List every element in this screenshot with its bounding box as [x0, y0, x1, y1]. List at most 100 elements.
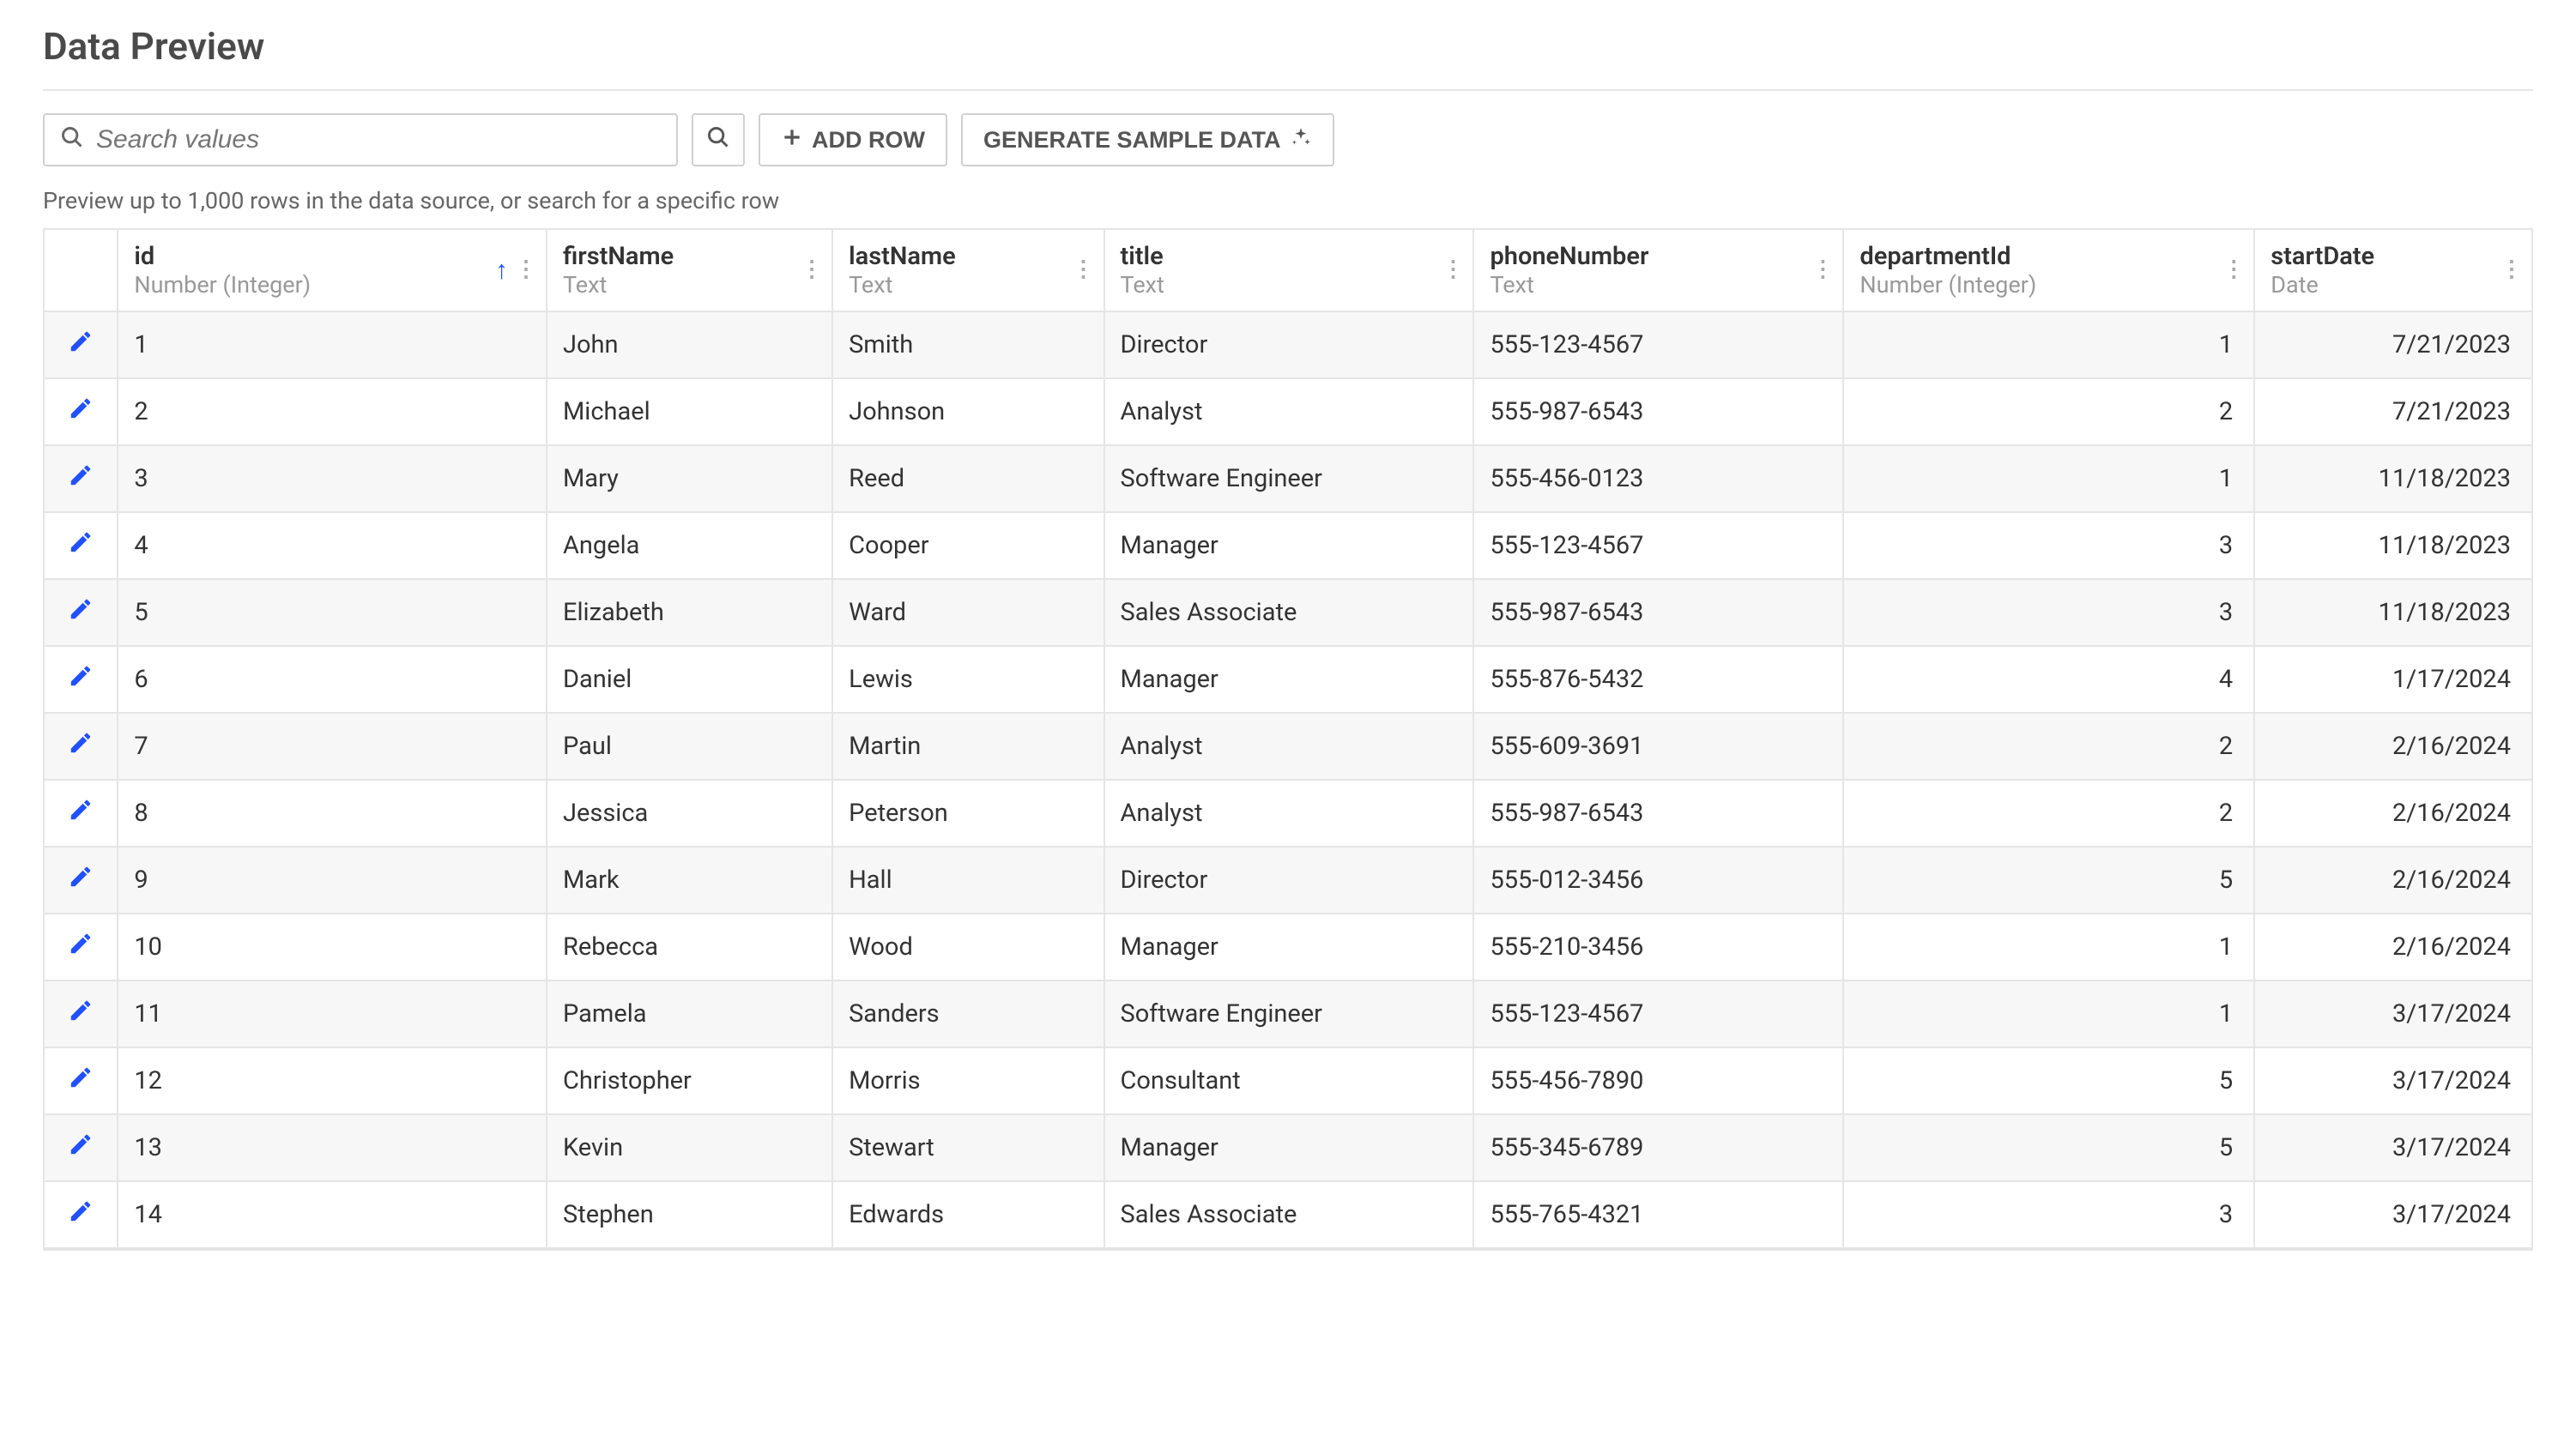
cell-departmentId[interactable]: 5 [1843, 1114, 2254, 1181]
cell-firstName[interactable]: Michael [547, 378, 832, 445]
cell-lastName[interactable]: Smith [832, 311, 1104, 378]
cell-firstName[interactable]: Kevin [547, 1114, 832, 1181]
add-row-button[interactable]: ADD ROW [759, 113, 947, 166]
cell-id[interactable]: 9 [118, 847, 547, 914]
cell-firstName[interactable]: Christopher [547, 1047, 832, 1114]
edit-row-button[interactable] [45, 980, 118, 1047]
edit-row-button[interactable] [45, 378, 118, 445]
cell-title[interactable]: Manager [1104, 914, 1474, 980]
cell-id[interactable]: 6 [118, 646, 547, 713]
cell-title[interactable]: Analyst [1104, 780, 1474, 847]
header-id[interactable]: id Number (Integer) ↑ ⋮ [118, 230, 547, 311]
cell-id[interactable]: 8 [118, 780, 547, 847]
cell-departmentId[interactable]: 3 [1843, 1181, 2254, 1248]
cell-startDate[interactable]: 11/18/2023 [2254, 579, 2531, 646]
header-phoneNumber[interactable]: phoneNumber Text ⋮ [1473, 230, 1843, 311]
cell-title[interactable]: Software Engineer [1104, 445, 1474, 512]
cell-departmentId[interactable]: 3 [1843, 512, 2254, 579]
column-menu-icon[interactable]: ⋮ [515, 267, 537, 274]
cell-phoneNumber[interactable]: 555-987-6543 [1473, 378, 1843, 445]
column-menu-icon[interactable]: ⋮ [1442, 267, 1464, 274]
cell-lastName[interactable]: Stewart [832, 1114, 1104, 1181]
cell-lastName[interactable]: Sanders [832, 980, 1104, 1047]
cell-startDate[interactable]: 11/18/2023 [2254, 445, 2531, 512]
cell-departmentId[interactable]: 4 [1843, 646, 2254, 713]
cell-title[interactable]: Software Engineer [1104, 980, 1474, 1047]
edit-row-button[interactable] [45, 1181, 118, 1248]
cell-title[interactable]: Consultant [1104, 1047, 1474, 1114]
cell-startDate[interactable]: 3/17/2024 [2254, 1181, 2531, 1248]
cell-startDate[interactable]: 7/21/2023 [2254, 378, 2531, 445]
cell-id[interactable]: 2 [118, 378, 547, 445]
cell-phoneNumber[interactable]: 555-123-4567 [1473, 512, 1843, 579]
cell-startDate[interactable]: 2/16/2024 [2254, 780, 2531, 847]
cell-lastName[interactable]: Edwards [832, 1181, 1104, 1248]
cell-phoneNumber[interactable]: 555-987-6543 [1473, 780, 1843, 847]
cell-phoneNumber[interactable]: 555-765-4321 [1473, 1181, 1843, 1248]
edit-row-button[interactable] [45, 713, 118, 780]
cell-departmentId[interactable]: 2 [1843, 378, 2254, 445]
cell-title[interactable]: Analyst [1104, 378, 1474, 445]
cell-lastName[interactable]: Ward [832, 579, 1104, 646]
column-menu-icon[interactable]: ⋮ [1073, 267, 1095, 274]
cell-title[interactable]: Sales Associate [1104, 579, 1474, 646]
cell-departmentId[interactable]: 1 [1843, 914, 2254, 980]
search-input[interactable] [96, 125, 661, 154]
cell-departmentId[interactable]: 1 [1843, 311, 2254, 378]
cell-lastName[interactable]: Hall [832, 847, 1104, 914]
edit-row-button[interactable] [45, 579, 118, 646]
cell-startDate[interactable]: 3/17/2024 [2254, 980, 2531, 1047]
cell-title[interactable]: Director [1104, 311, 1474, 378]
cell-firstName[interactable]: Elizabeth [547, 579, 832, 646]
cell-firstName[interactable]: John [547, 311, 832, 378]
cell-phoneNumber[interactable]: 555-123-4567 [1473, 311, 1843, 378]
sort-asc-icon[interactable]: ↑ [495, 256, 508, 286]
cell-title[interactable]: Manager [1104, 646, 1474, 713]
cell-firstName[interactable]: Jessica [547, 780, 832, 847]
cell-phoneNumber[interactable]: 555-456-7890 [1473, 1047, 1843, 1114]
cell-firstName[interactable]: Angela [547, 512, 832, 579]
cell-title[interactable]: Manager [1104, 1114, 1474, 1181]
cell-phoneNumber[interactable]: 555-345-6789 [1473, 1114, 1843, 1181]
cell-departmentId[interactable]: 2 [1843, 713, 2254, 780]
column-menu-icon[interactable]: ⋮ [2500, 267, 2523, 274]
cell-startDate[interactable]: 3/17/2024 [2254, 1114, 2531, 1181]
cell-lastName[interactable]: Reed [832, 445, 1104, 512]
cell-id[interactable]: 13 [118, 1114, 547, 1181]
cell-phoneNumber[interactable]: 555-456-0123 [1473, 445, 1843, 512]
cell-id[interactable]: 14 [118, 1181, 547, 1248]
cell-phoneNumber[interactable]: 555-987-6543 [1473, 579, 1843, 646]
cell-id[interactable]: 5 [118, 579, 547, 646]
header-firstName[interactable]: firstName Text ⋮ [547, 230, 832, 311]
cell-phoneNumber[interactable]: 555-123-4567 [1473, 980, 1843, 1047]
cell-phoneNumber[interactable]: 555-609-3691 [1473, 713, 1843, 780]
cell-id[interactable]: 4 [118, 512, 547, 579]
edit-row-button[interactable] [45, 512, 118, 579]
cell-title[interactable]: Sales Associate [1104, 1181, 1474, 1248]
header-lastName[interactable]: lastName Text ⋮ [832, 230, 1104, 311]
cell-lastName[interactable]: Wood [832, 914, 1104, 980]
search-button[interactable] [692, 113, 745, 166]
cell-firstName[interactable]: Mary [547, 445, 832, 512]
cell-startDate[interactable]: 2/16/2024 [2254, 713, 2531, 780]
cell-startDate[interactable]: 11/18/2023 [2254, 512, 2531, 579]
cell-id[interactable]: 10 [118, 914, 547, 980]
cell-id[interactable]: 11 [118, 980, 547, 1047]
header-departmentId[interactable]: departmentId Number (Integer) ⋮ [1843, 230, 2254, 311]
edit-row-button[interactable] [45, 847, 118, 914]
edit-row-button[interactable] [45, 780, 118, 847]
cell-id[interactable]: 12 [118, 1047, 547, 1114]
cell-title[interactable]: Director [1104, 847, 1474, 914]
cell-phoneNumber[interactable]: 555-012-3456 [1473, 847, 1843, 914]
edit-row-button[interactable] [45, 445, 118, 512]
edit-row-button[interactable] [45, 914, 118, 980]
cell-firstName[interactable]: Pamela [547, 980, 832, 1047]
cell-id[interactable]: 1 [118, 311, 547, 378]
cell-departmentId[interactable]: 3 [1843, 579, 2254, 646]
cell-startDate[interactable]: 2/16/2024 [2254, 847, 2531, 914]
cell-firstName[interactable]: Rebecca [547, 914, 832, 980]
column-menu-icon[interactable]: ⋮ [2222, 267, 2245, 274]
cell-startDate[interactable]: 2/16/2024 [2254, 914, 2531, 980]
generate-sample-data-button[interactable]: GENERATE SAMPLE DATA [961, 113, 1334, 166]
edit-row-button[interactable] [45, 1114, 118, 1181]
